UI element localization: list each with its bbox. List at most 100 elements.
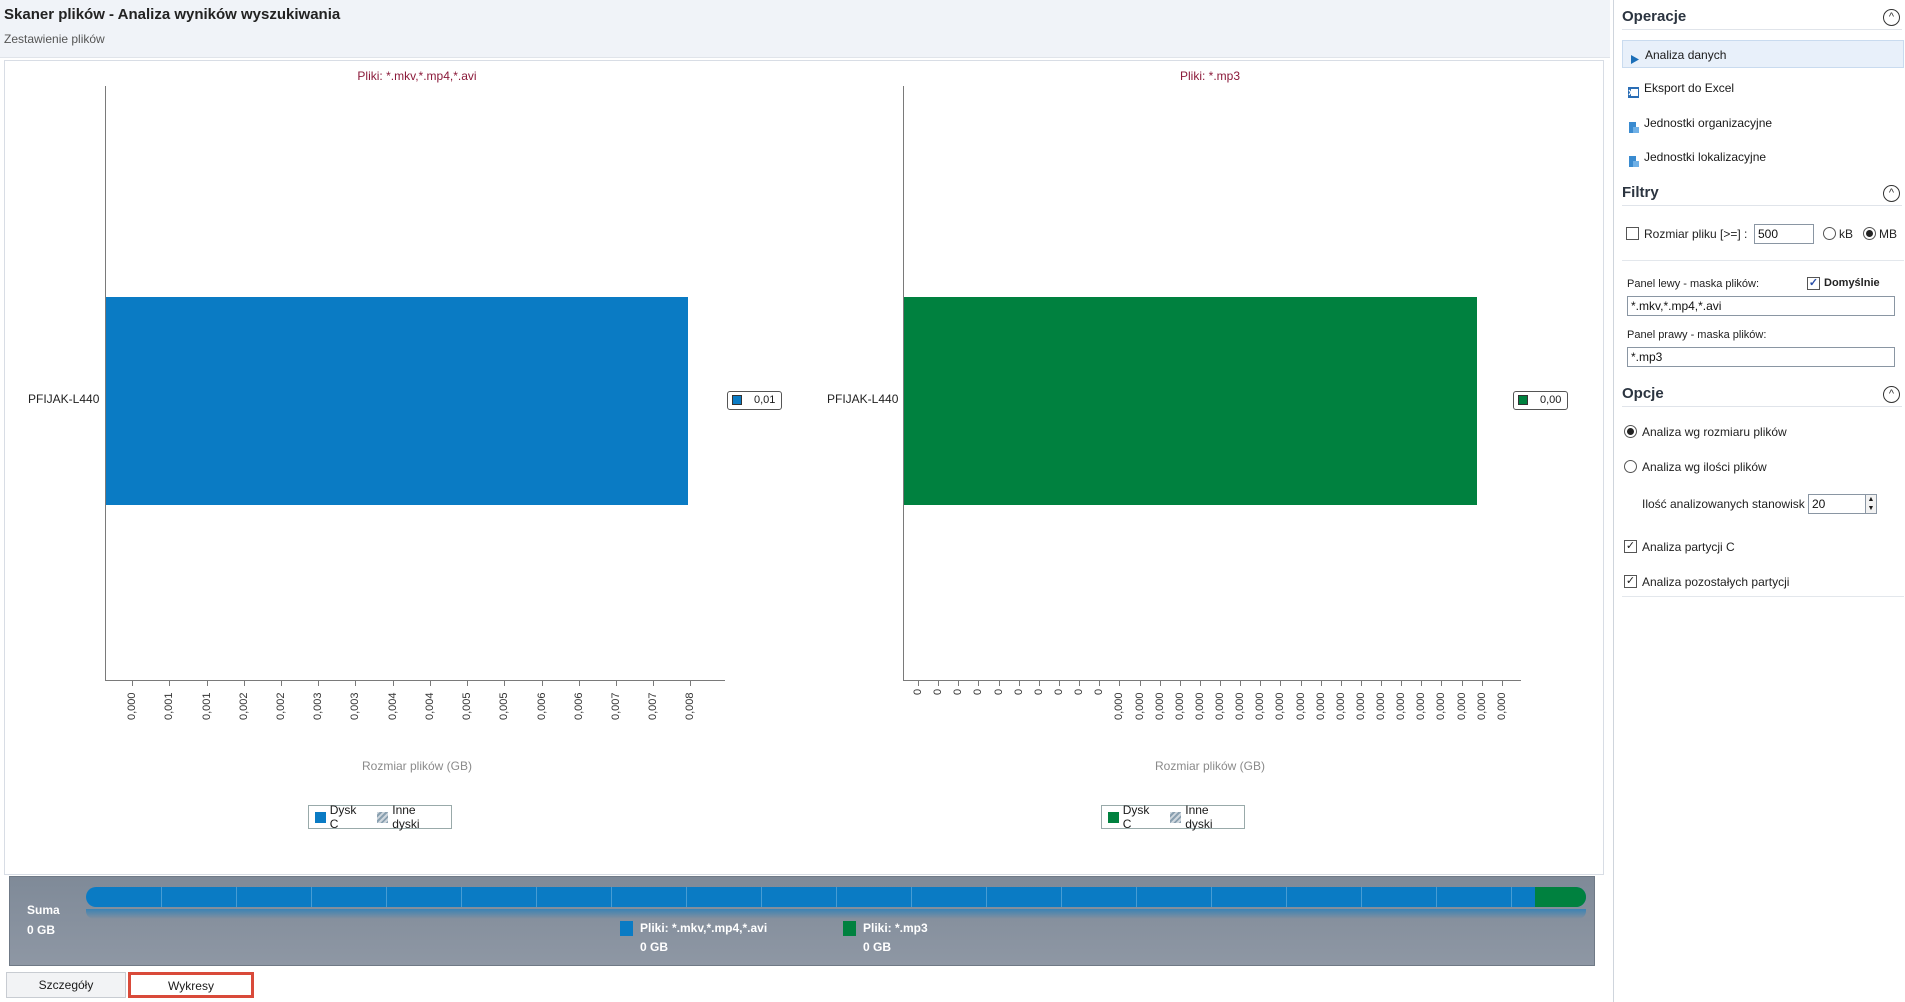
eksport-excel-button[interactable]: Eksport do Excel bbox=[1622, 74, 1904, 102]
chevron-up-icon[interactable]: ^ bbox=[1883, 386, 1900, 403]
jednostki-lokalizacyjne-button[interactable]: Jednostki lokalizacyjne bbox=[1622, 143, 1904, 171]
left-x-tick bbox=[207, 681, 208, 686]
right-x-tick bbox=[1502, 681, 1503, 686]
left-legend-item-inne: Inne dyski bbox=[377, 803, 445, 831]
right-x-tick-label: 0,000 bbox=[1154, 692, 1166, 720]
right-legend-item-inne: Inne dyski bbox=[1170, 803, 1238, 831]
right-x-tick bbox=[938, 681, 939, 686]
right-x-tick bbox=[1421, 681, 1422, 686]
left-data-label-value: 0,01 bbox=[754, 394, 776, 406]
right-x-tick-label: 0,000 bbox=[1335, 692, 1347, 720]
left-legend: Dysk C Inne dyski bbox=[308, 803, 452, 831]
right-x-tick-label: 0,000 bbox=[1174, 692, 1186, 720]
summary-track-gridline bbox=[1061, 887, 1062, 907]
right-x-tick bbox=[1280, 681, 1281, 686]
left-chart-title: Pliki: *.mkv,*.mp4,*.avi bbox=[357, 69, 477, 83]
left-x-tick bbox=[542, 681, 543, 686]
right-legend-swatch-dysk-c bbox=[1108, 811, 1119, 823]
left-x-tick-label: 0,006 bbox=[573, 692, 585, 720]
summary-track-gridline bbox=[1286, 887, 1287, 907]
analysis-by-count-radio[interactable] bbox=[1624, 460, 1637, 473]
left-legend-swatch-dysk-c bbox=[315, 811, 326, 823]
right-x-tick bbox=[1361, 681, 1362, 686]
tab-wykresy[interactable]: Wykresy bbox=[128, 972, 254, 998]
other-partitions-checkbox[interactable]: ✓ bbox=[1624, 575, 1637, 588]
unit-mb-radio[interactable] bbox=[1863, 227, 1876, 240]
left-x-tick-label: 0,004 bbox=[387, 692, 399, 720]
summary-progress-segment-mp3 bbox=[1535, 887, 1586, 907]
left-x-tick bbox=[244, 681, 245, 686]
right-x-tick-label: 0 bbox=[993, 689, 1005, 696]
stations-input[interactable] bbox=[1808, 494, 1866, 514]
default-mask-label: Domyślnie bbox=[1824, 277, 1880, 289]
right-x-tick-label: 0,000 bbox=[1194, 692, 1206, 720]
other-partitions-label: Analiza pozostałych partycji bbox=[1642, 575, 1790, 589]
stations-stepper[interactable]: ▲ ▼ bbox=[1865, 494, 1877, 514]
left-mask-input[interactable] bbox=[1627, 296, 1895, 316]
size-filter-input[interactable] bbox=[1754, 224, 1814, 244]
summary-track-gridline bbox=[461, 887, 462, 907]
right-bar-dysk-c bbox=[904, 297, 1477, 505]
tab-szczegoly[interactable]: Szczegóły bbox=[6, 972, 126, 998]
left-x-tick-label: 0,007 bbox=[610, 692, 622, 720]
left-x-tick bbox=[467, 681, 468, 686]
jednostki-organizacyjne-button[interactable]: Jednostki organizacyjne bbox=[1622, 109, 1904, 137]
options-header[interactable]: Opcje ^ bbox=[1622, 381, 1902, 407]
summary-track-gridline bbox=[386, 887, 387, 907]
right-data-label: 0,00 bbox=[1513, 391, 1569, 410]
right-x-tick-label: 0 bbox=[932, 689, 944, 696]
left-x-axis-title: Rozmiar plików (GB) bbox=[361, 759, 472, 773]
options-divider bbox=[1622, 596, 1904, 597]
left-x-tick-label: 0,001 bbox=[201, 692, 213, 720]
left-x-tick bbox=[616, 681, 617, 686]
left-x-tick-label: 0,000 bbox=[126, 692, 138, 720]
summary-bar: Suma 0 GB Pliki: *.mkv,*.mp4,*.avi 0 GB … bbox=[9, 876, 1595, 966]
right-legend: Dysk C Inne dyski bbox=[1101, 803, 1245, 831]
right-x-tick-label: 0,000 bbox=[1375, 692, 1387, 720]
right-x-tick-label: 0 bbox=[1013, 689, 1025, 696]
right-x-axis bbox=[903, 680, 1521, 681]
left-x-tick-label: 0,005 bbox=[498, 692, 510, 720]
summary-item-left-label: Pliki: *.mkv,*.mp4,*.avi bbox=[640, 921, 768, 935]
operations-title: Operacje bbox=[1622, 8, 1687, 25]
right-x-tick-label: 0,000 bbox=[1234, 692, 1246, 720]
left-x-tick bbox=[169, 681, 170, 686]
excel-icon bbox=[1627, 81, 1640, 98]
summary-track-gridline bbox=[611, 887, 612, 907]
options-title: Opcje bbox=[1622, 385, 1664, 402]
partition-c-checkbox[interactable]: ✓ bbox=[1624, 540, 1637, 553]
default-mask-checkbox[interactable]: ✓ bbox=[1807, 277, 1820, 290]
right-x-tick-label: 0,000 bbox=[1456, 692, 1468, 720]
analiza-danych-button[interactable]: Analiza danych bbox=[1622, 40, 1904, 68]
right-x-tick bbox=[1341, 681, 1342, 686]
left-x-tick-label: 0,004 bbox=[424, 692, 436, 720]
summary-track-gridline bbox=[686, 887, 687, 907]
right-x-tick-label: 0 bbox=[972, 689, 984, 696]
right-x-tick-label: 0,000 bbox=[1295, 692, 1307, 720]
jednostki-lokalizacyjne-label: Jednostki lokalizacyjne bbox=[1644, 150, 1767, 164]
analiza-danych-label: Analiza danych bbox=[1645, 48, 1727, 62]
left-x-tick-label: 0,006 bbox=[536, 692, 548, 720]
filters-header[interactable]: Filtry ^ bbox=[1622, 180, 1902, 206]
right-x-tick bbox=[1059, 681, 1060, 686]
left-legend-swatch-inne bbox=[377, 811, 389, 823]
right-x-tick bbox=[1079, 681, 1080, 686]
summary-track-gridline bbox=[1436, 887, 1437, 907]
left-data-label-swatch bbox=[732, 395, 742, 405]
analysis-by-size-radio[interactable] bbox=[1624, 425, 1637, 438]
right-mask-input[interactable] bbox=[1627, 347, 1895, 367]
right-x-tick-label: 0 bbox=[1073, 689, 1085, 696]
chevron-up-icon[interactable]: ^ bbox=[1883, 185, 1900, 202]
right-x-tick bbox=[1482, 681, 1483, 686]
operations-header[interactable]: Operacje ^ bbox=[1622, 4, 1902, 30]
summary-track-gridline bbox=[836, 887, 837, 907]
unit-kb-radio[interactable] bbox=[1823, 227, 1836, 240]
left-mask-label: Panel lewy - maska plików: bbox=[1627, 278, 1760, 290]
right-x-tick-label: 0,000 bbox=[1435, 692, 1447, 720]
chevron-up-icon[interactable]: ^ bbox=[1883, 9, 1900, 26]
right-x-tick bbox=[958, 681, 959, 686]
right-legend-swatch-inne bbox=[1170, 811, 1182, 823]
left-bar-dysk-c bbox=[106, 297, 688, 505]
left-x-tick bbox=[355, 681, 356, 686]
size-filter-checkbox[interactable] bbox=[1626, 227, 1639, 240]
